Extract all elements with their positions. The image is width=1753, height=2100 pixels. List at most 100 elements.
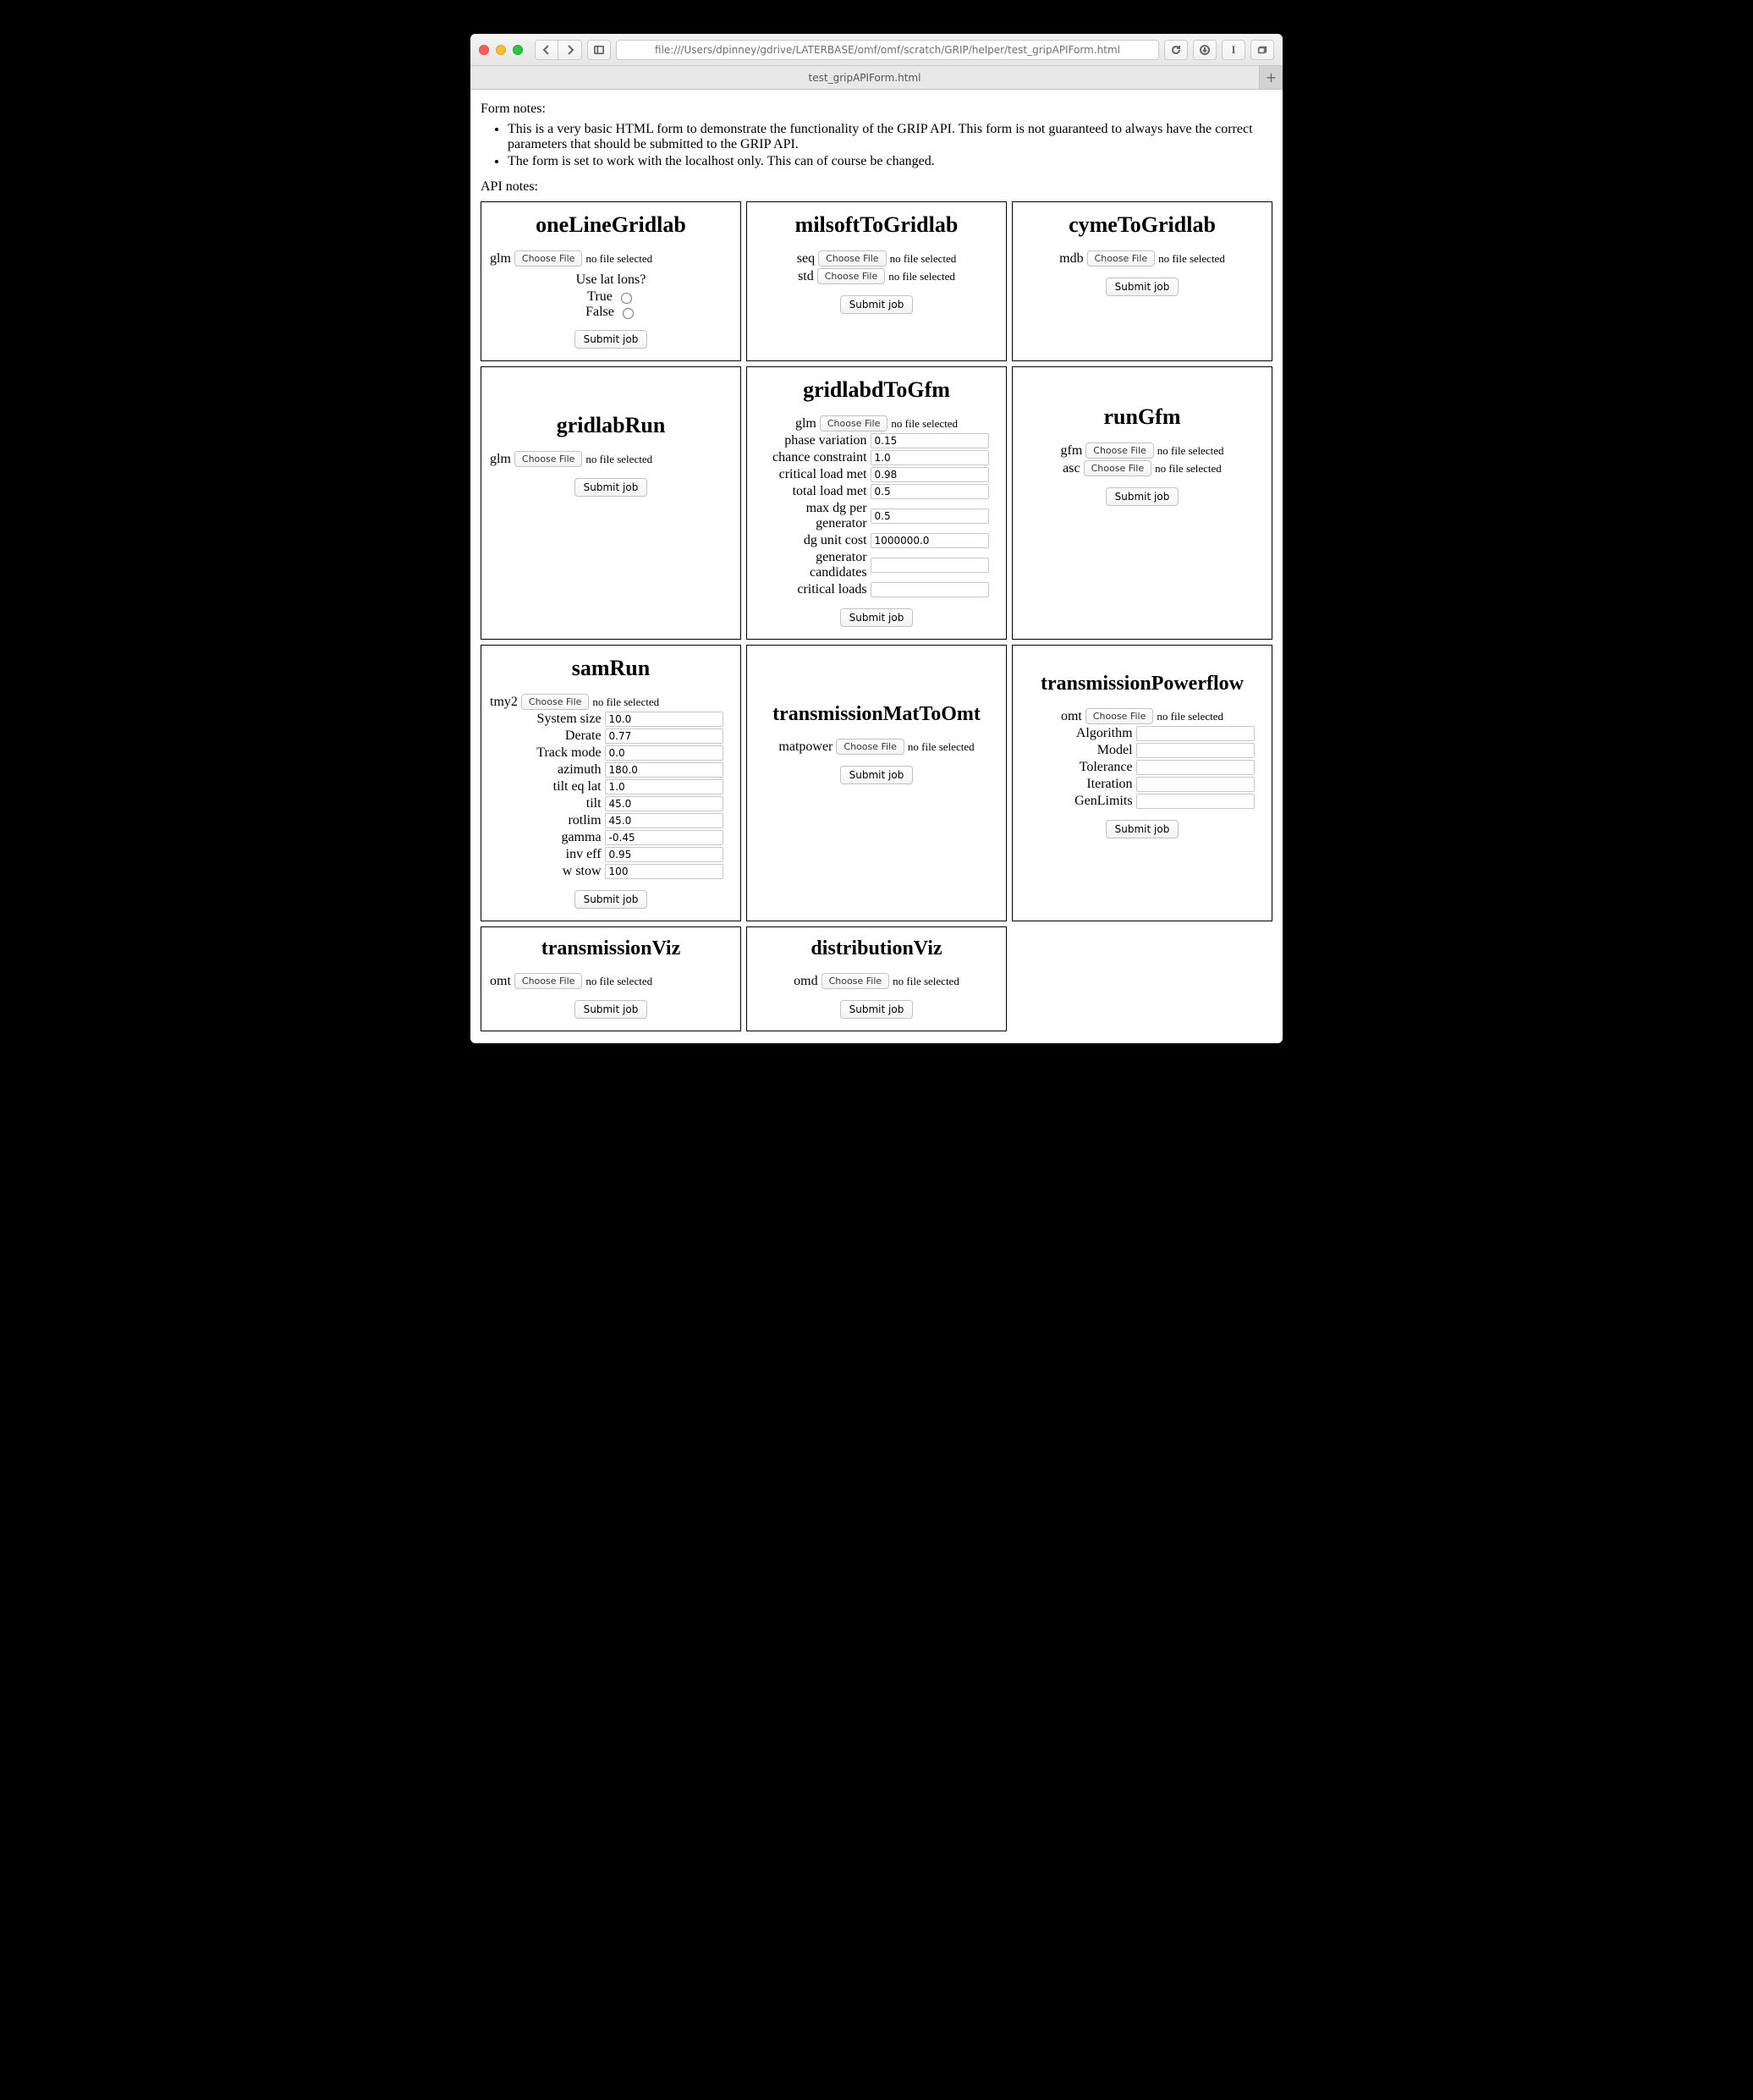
forward-button[interactable] [558,40,582,60]
close-icon[interactable] [479,45,489,55]
choose-file-button[interactable]: Choose File [1085,443,1154,459]
field-label: phase variation [756,433,867,448]
no-file-text: no file selected [1158,252,1225,266]
no-file-text: no file selected [585,453,652,466]
cell-gridlabdToGfm: gridlabdToGfm glm Choose File no file se… [746,366,1007,640]
generator-candidates-input[interactable] [871,558,989,573]
submit-button[interactable]: Submit job [840,295,914,314]
azimuth-input[interactable] [605,762,723,778]
no-file-text: no file selected [888,270,955,283]
no-file-text: no file selected [585,975,652,988]
radio-true[interactable] [621,293,632,304]
address-bar[interactable]: file:///Users/dpinney/gdrive/LATERBASE/o… [616,40,1159,60]
total-load-met-input[interactable] [871,484,989,499]
submit-button[interactable]: Submit job [574,890,648,909]
file-label: glm [490,452,511,467]
new-tab-button[interactable]: + [1259,66,1283,89]
file-label: omt [1061,709,1082,724]
rotlim-input[interactable] [605,813,723,828]
tolerance-input[interactable] [1136,760,1255,775]
submit-button[interactable]: Submit job [840,1000,914,1019]
downloads-button[interactable] [1193,40,1217,60]
cell-samRun: samRun tmy2 Choose File no file selected… [481,645,741,921]
choose-file-button[interactable]: Choose File [514,973,583,989]
instapaper-button[interactable]: I [1222,40,1245,60]
radio-false[interactable] [623,308,634,319]
submit-button[interactable]: Submit job [840,608,914,627]
file-label: std [798,269,814,284]
choose-file-button[interactable]: Choose File [1087,250,1156,267]
no-file-text: no file selected [1157,710,1223,723]
submit-button[interactable]: Submit job [574,478,648,497]
phase-variation-input[interactable] [871,433,989,448]
genlimits-input[interactable] [1136,794,1255,809]
cell-transmissionMatToOmt: transmissionMatToOmt matpower Choose Fil… [746,645,1007,921]
chance-constraint-input[interactable] [871,450,989,465]
choose-file-button[interactable]: Choose File [514,250,583,267]
system-size-input[interactable] [605,712,723,727]
dg-unit-cost-input[interactable] [871,533,989,548]
radio-label-true: True [587,289,613,305]
track-mode-input[interactable] [605,745,723,761]
field-label: System size [490,712,602,727]
field-label: GenLimits [1021,794,1133,809]
cell-oneLineGridlab: oneLineGridlab glm Choose File no file s… [481,201,741,361]
gamma-input[interactable] [605,830,723,845]
cell-title: transmissionViz [541,937,680,960]
choose-file-button[interactable]: Choose File [1084,460,1152,476]
tilt-input[interactable] [605,796,723,811]
file-label: matpower [778,739,833,755]
no-file-text: no file selected [1155,462,1222,476]
max-dg-input[interactable] [871,509,989,524]
choose-file-button[interactable]: Choose File [1085,708,1154,724]
iteration-input[interactable] [1136,777,1255,792]
reload-button[interactable] [1164,40,1188,60]
cell-title: distributionViz [811,937,942,960]
cell-title: runGfm [1104,404,1181,430]
cell-title: transmissionMatToOmt [772,703,981,726]
inv-eff-input[interactable] [605,847,723,862]
choose-file-button[interactable]: Choose File [521,694,590,710]
choose-file-button[interactable]: Choose File [836,739,904,755]
critical-loads-input[interactable] [871,582,989,597]
submit-button[interactable]: Submit job [840,766,914,784]
field-label: Iteration [1021,777,1133,792]
cell-title: cymeToGridlab [1069,212,1216,238]
sidebar-toggle-button[interactable] [587,40,611,60]
cell-runGfm: runGfm gfm Choose File no file selected … [1012,366,1272,640]
form-notes-list: This is a very basic HTML form to demons… [484,122,1269,169]
note-item: This is a very basic HTML form to demons… [508,122,1269,152]
field-label: rotlim [490,813,602,828]
derate-input[interactable] [605,728,723,744]
cell-transmissionViz: transmissionViz omt Choose File no file … [481,926,741,1031]
cell-transmissionPowerflow: transmissionPowerflow omt Choose File no… [1012,645,1272,921]
cell-milsoftToGridlab: milsoftToGridlab seq Choose File no file… [746,201,1007,361]
back-button[interactable] [535,40,558,60]
tilt-eq-lat-input[interactable] [605,779,723,794]
choose-file-button[interactable]: Choose File [818,250,887,267]
cell-title: milsoftToGridlab [795,212,959,238]
cell-title: gridlabRun [557,413,666,438]
note-item: The form is set to work with the localho… [508,154,1269,169]
minimize-icon[interactable] [496,45,506,55]
critical-load-met-input[interactable] [871,467,989,482]
choose-file-button[interactable]: Choose File [514,451,583,467]
model-input[interactable] [1136,743,1255,758]
choose-file-button[interactable]: Choose File [822,973,890,989]
submit-button[interactable]: Submit job [1106,487,1179,506]
file-label: mdb [1059,251,1083,267]
tabs-button[interactable] [1250,40,1274,60]
field-label: gamma [490,830,602,845]
choose-file-button[interactable]: Choose File [820,415,888,432]
submit-button[interactable]: Submit job [574,1000,648,1019]
algorithm-input[interactable] [1136,726,1255,741]
no-file-text: no file selected [1157,444,1224,458]
no-file-text: no file selected [893,975,959,988]
zoom-icon[interactable] [513,45,523,55]
browser-tab[interactable]: test_gripAPIForm.html [470,66,1259,89]
choose-file-button[interactable]: Choose File [817,268,886,284]
submit-button[interactable]: Submit job [574,330,648,349]
w-stow-input[interactable] [605,864,723,879]
submit-button[interactable]: Submit job [1106,278,1179,296]
submit-button[interactable]: Submit job [1106,820,1179,838]
